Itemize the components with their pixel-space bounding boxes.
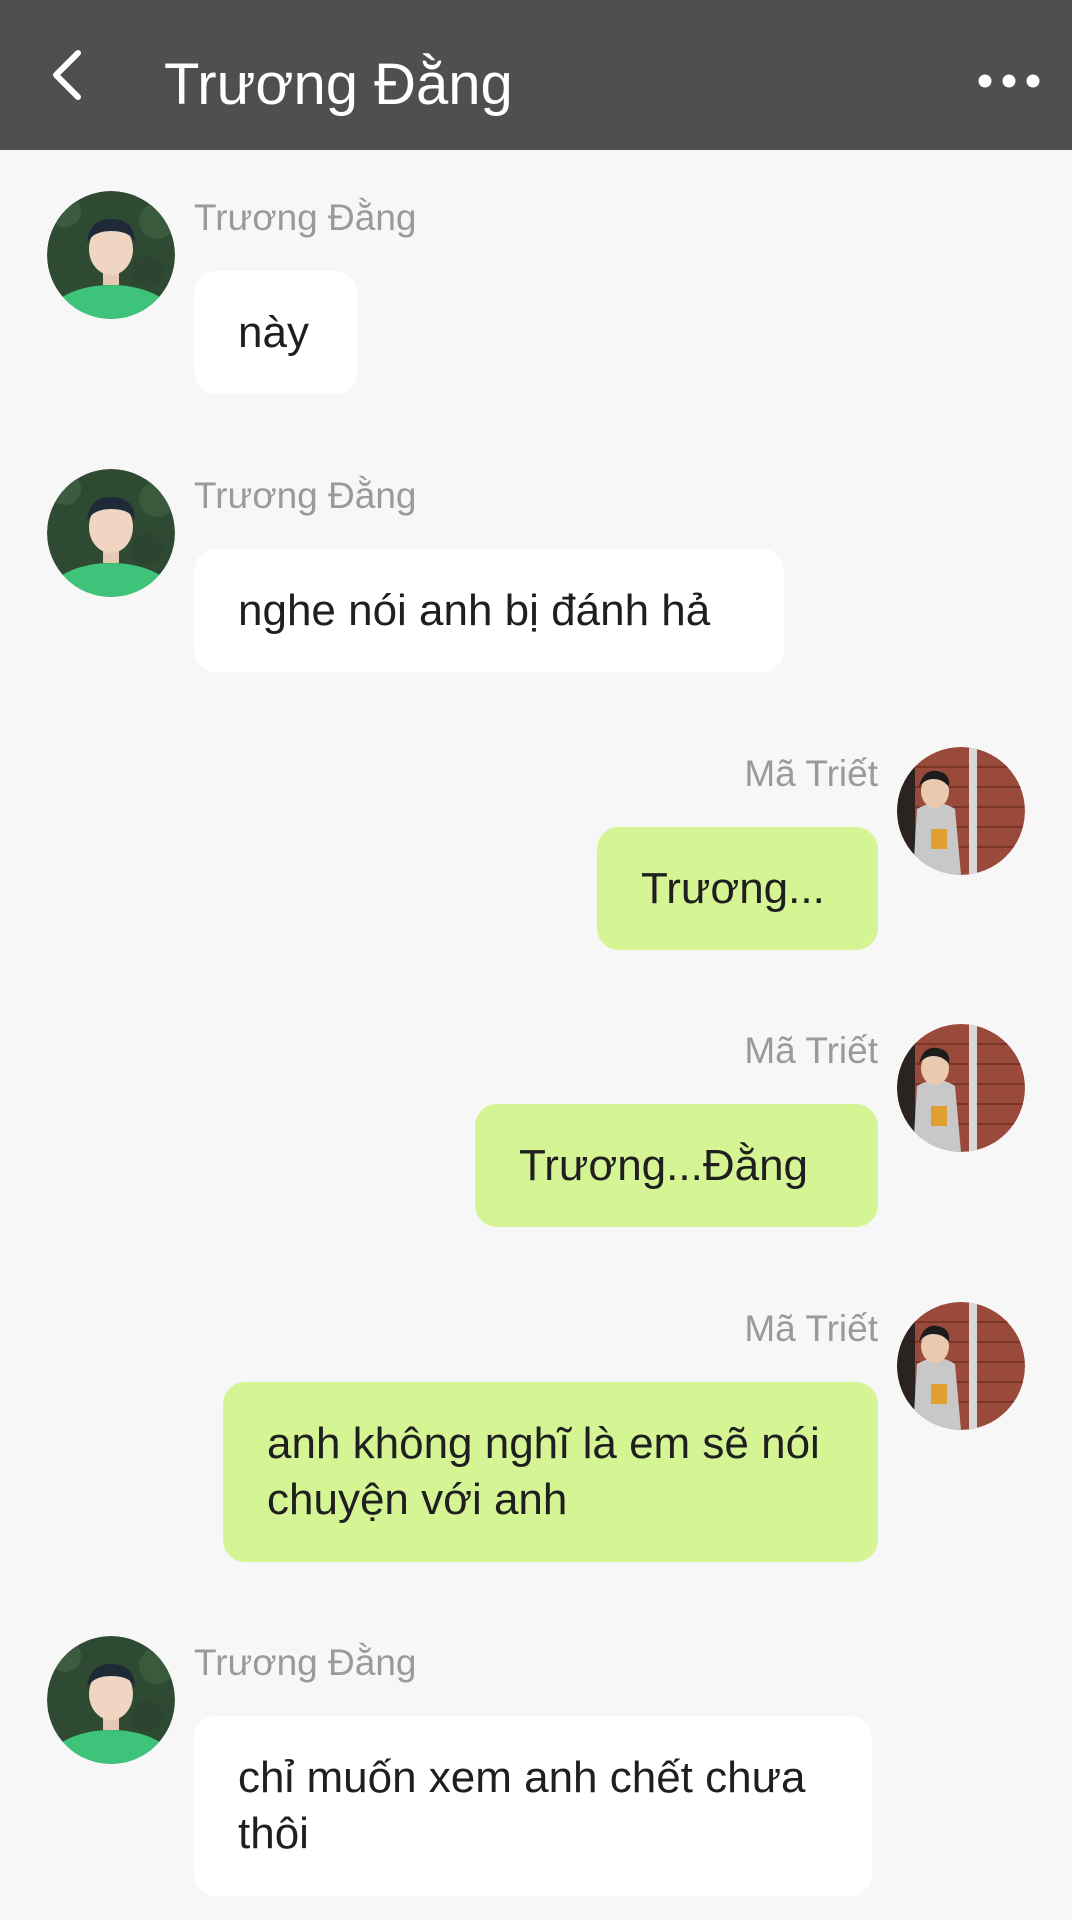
sender-name: Trương Đằng: [194, 475, 417, 516]
chevron-left-icon: [53, 50, 81, 100]
chat-header: Trương Đằng: [0, 0, 1072, 150]
message-bubble[interactable]: nghe nói anh bị đánh hả: [194, 549, 784, 672]
avatar[interactable]: [47, 1636, 175, 1764]
sender-name: Trương Đằng: [194, 197, 417, 238]
avatar[interactable]: [897, 1024, 1025, 1152]
message-bubble[interactable]: Trương...: [597, 827, 878, 950]
message-text: nghe nói anh bị đánh hả: [238, 585, 711, 635]
back-button[interactable]: [36, 40, 100, 110]
sender-name: Trương Đằng: [194, 1642, 417, 1683]
avatar[interactable]: [47, 469, 175, 597]
chat-title: Trương Đằng: [164, 52, 513, 117]
message-text: chỉ muốn xem anh chết chưa thôi: [238, 1753, 806, 1858]
message-text: anh không nghĩ là em sẽ nói chuyện với a…: [267, 1419, 820, 1524]
message-bubble[interactable]: anh không nghĩ là em sẽ nói chuyện với a…: [223, 1382, 878, 1562]
sender-name: Mã Triết: [744, 753, 878, 794]
message-text: này: [238, 307, 309, 357]
avatar[interactable]: [897, 747, 1025, 875]
avatar[interactable]: [47, 191, 175, 319]
message-bubble[interactable]: Trương...Đằng: [475, 1104, 878, 1227]
message-bubble[interactable]: chỉ muốn xem anh chết chưa thôi: [194, 1716, 872, 1896]
more-options-button[interactable]: [974, 56, 1044, 106]
more-horizontal-icon: [978, 74, 1040, 88]
message-text: Trương...Đằng: [519, 1140, 809, 1190]
avatar[interactable]: [897, 1302, 1025, 1430]
sender-name: Mã Triết: [744, 1030, 878, 1071]
sender-name: Mã Triết: [744, 1308, 878, 1349]
message-text: Trương...: [641, 863, 825, 913]
message-bubble[interactable]: này: [194, 271, 357, 394]
